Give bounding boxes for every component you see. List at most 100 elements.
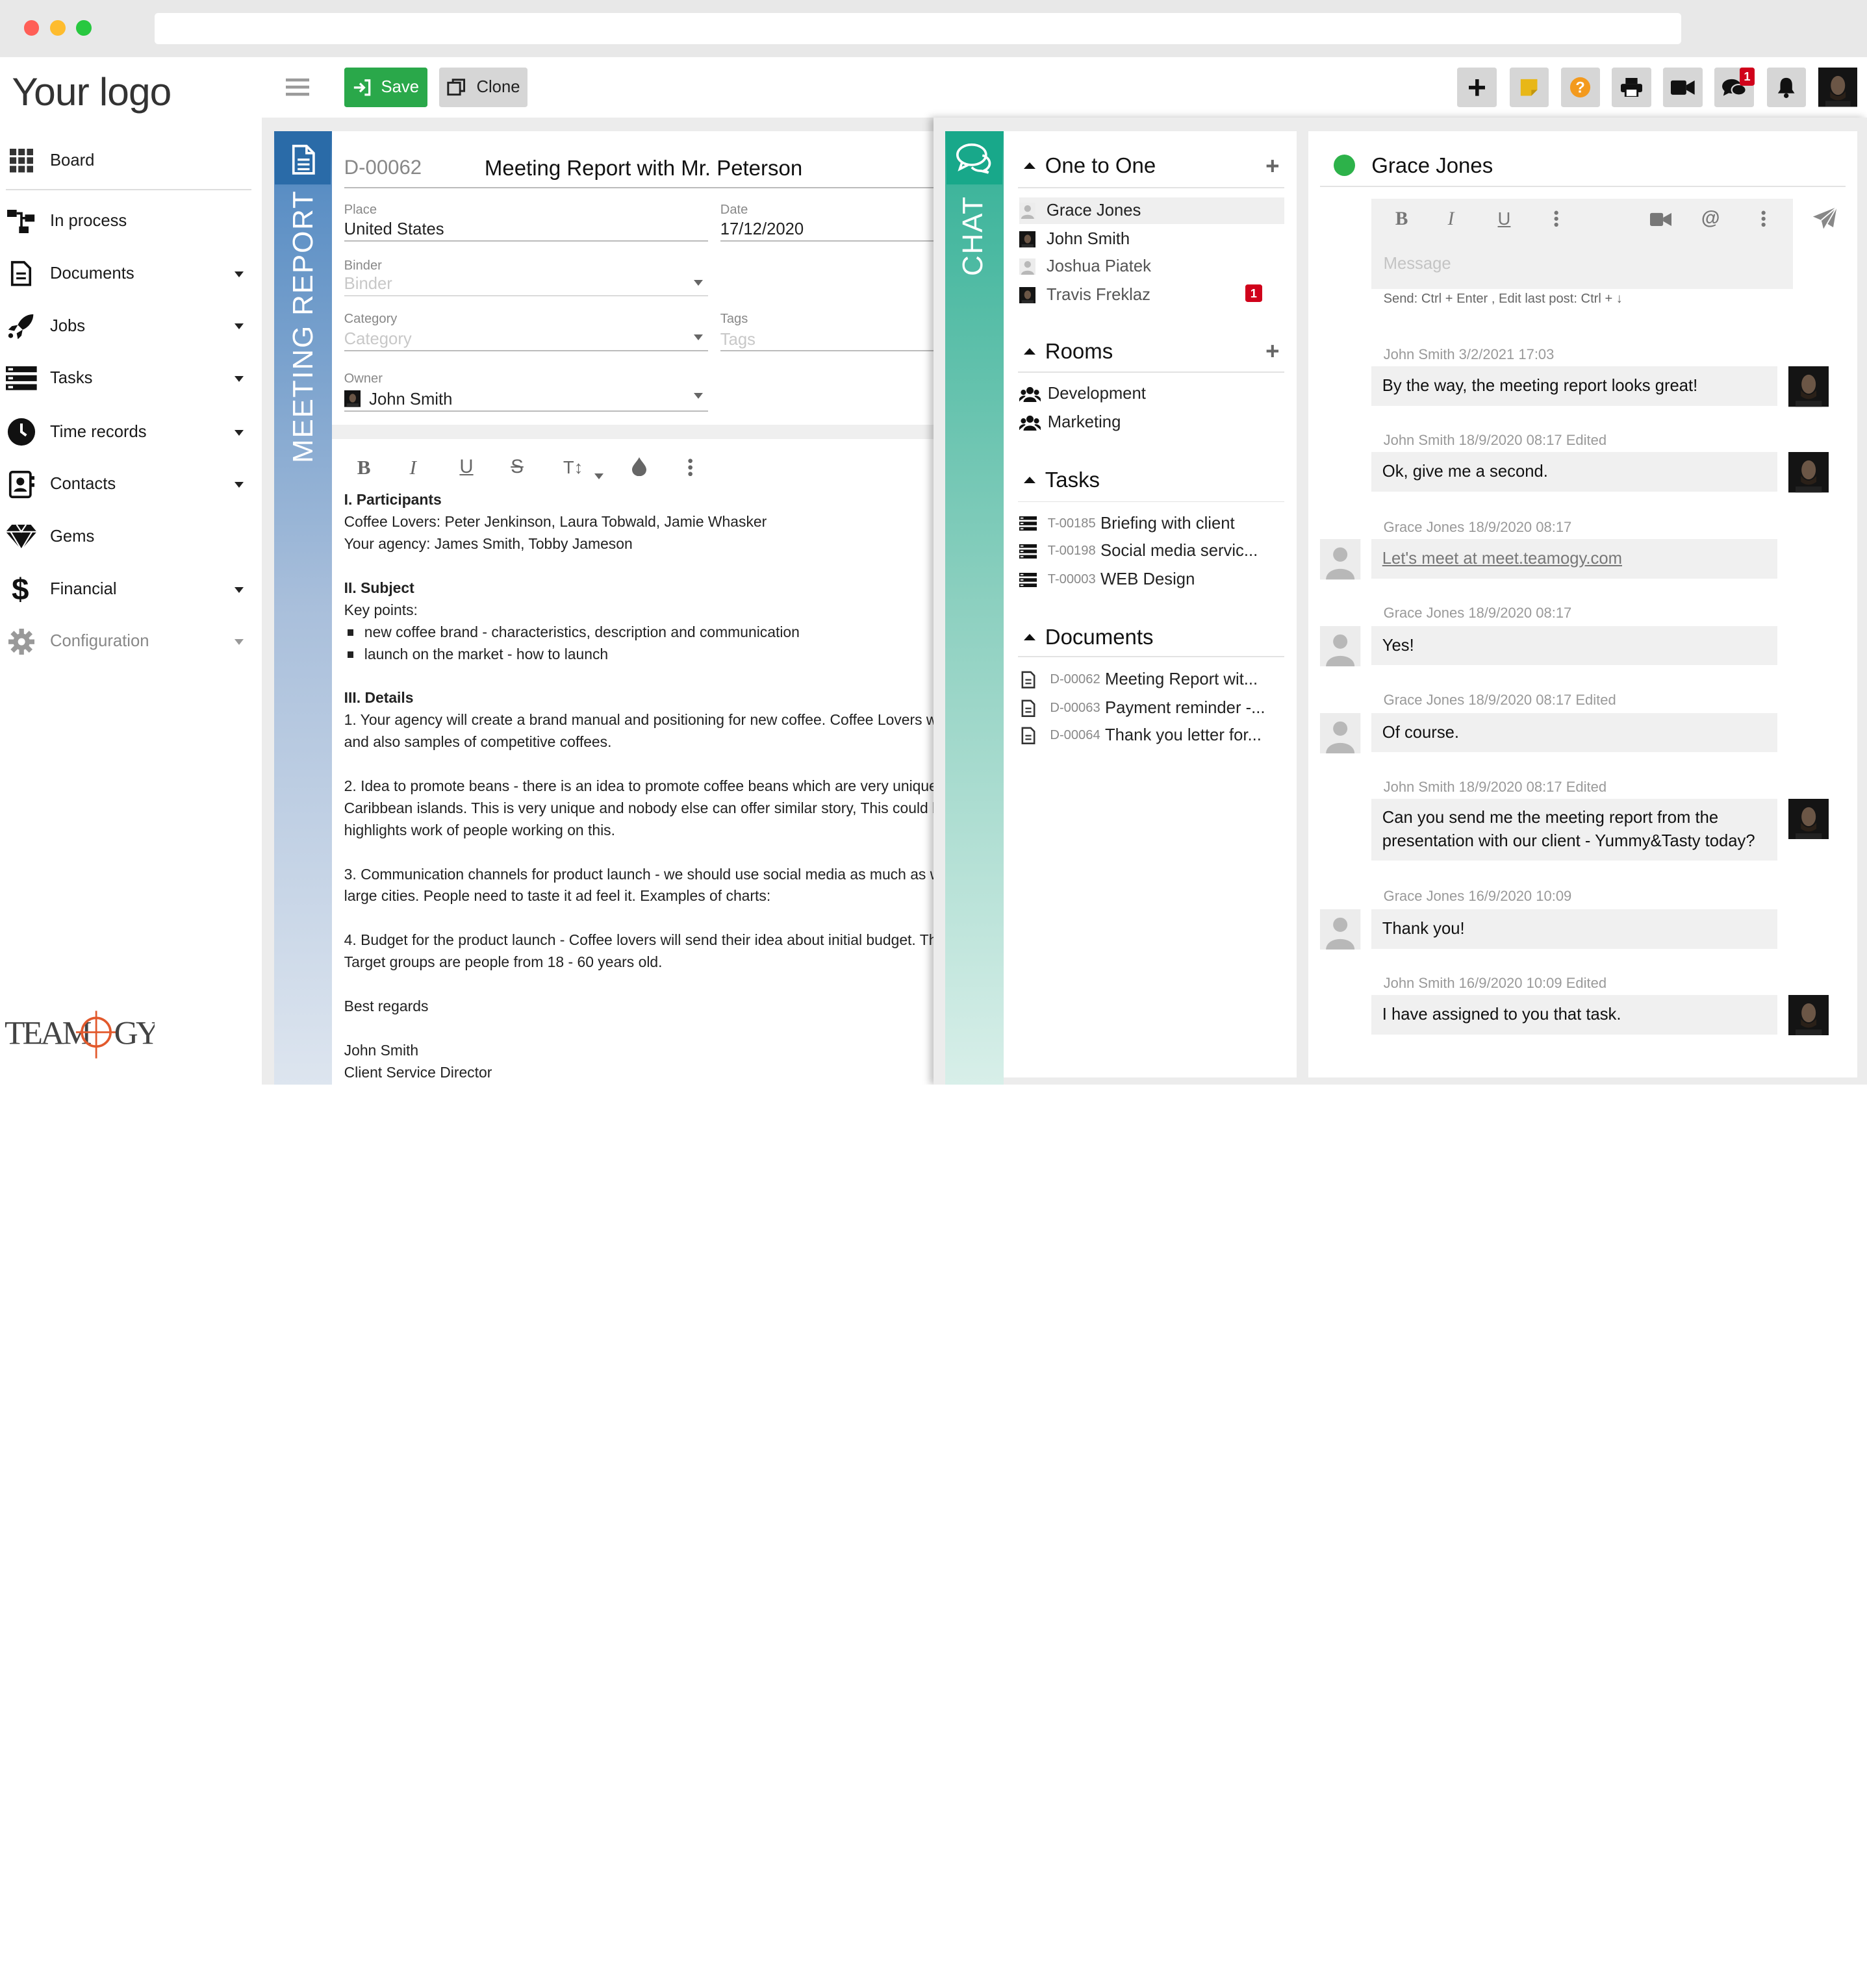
collapse-icon[interactable] [1024, 347, 1036, 355]
help-button[interactable]: ? [1560, 68, 1601, 107]
contact-item[interactable]: Grace Jones [1019, 197, 1285, 224]
report-editor-body[interactable]: I. Participants Coffee Lovers: Peter Jenk… [344, 489, 936, 1084]
video-call-button[interactable] [1663, 68, 1703, 107]
binder-select[interactable]: Binder [344, 275, 392, 294]
menu-icon[interactable] [285, 77, 310, 96]
category-select[interactable]: Category [344, 330, 412, 349]
save-button[interactable]: Save [344, 68, 427, 107]
sidebar-item-configuration[interactable]: Configuration [6, 625, 251, 658]
owner-avatar [344, 390, 361, 407]
one-to-one-section[interactable]: One to One [1024, 153, 1156, 178]
sidebar-item-jobs[interactable]: Jobs [6, 310, 251, 343]
report-line: I. Participants [344, 489, 936, 511]
composer-mention-button[interactable]: @ [1701, 207, 1720, 229]
section-divider [1017, 501, 1285, 503]
sidebar-item-contacts[interactable]: Contacts [6, 468, 251, 501]
address-bar[interactable] [155, 13, 1681, 44]
task-item[interactable]: T-00198 Social media servic... [1019, 538, 1285, 564]
message-bubble[interactable]: Thank you! [1371, 909, 1778, 949]
clone-label: Clone [476, 78, 520, 97]
sidebar-item-financial[interactable]: $ Financial [6, 573, 251, 606]
task-item[interactable]: T-00003 WEB Design [1019, 566, 1285, 592]
document-item[interactable]: D-00063 Payment reminder -... [1019, 695, 1285, 721]
date-input[interactable]: 17/12/2020 [720, 220, 804, 239]
sidebar-item-in-process[interactable]: In process [6, 205, 251, 238]
composer-underline-button[interactable]: U [1498, 208, 1511, 229]
tags-input[interactable]: Tags [720, 331, 756, 349]
message-bubble[interactable]: Ok, give me a second. [1371, 452, 1778, 492]
chevron-down-icon[interactable] [235, 429, 244, 436]
place-input[interactable]: United States [344, 220, 444, 239]
message-bubble[interactable]: Let's meet at meet.teamogy.com [1371, 539, 1778, 579]
report-title-input[interactable]: Meeting Report with Mr. Peterson [485, 156, 937, 181]
composer-italic-button[interactable]: I [1448, 208, 1454, 230]
message-input[interactable]: Message [1384, 255, 1451, 273]
sidebar-item-gems[interactable]: Gems [6, 520, 251, 553]
rocket-icon [6, 310, 37, 342]
bold-button[interactable]: B [357, 456, 371, 479]
document-icon [292, 144, 315, 175]
font-size-button[interactable]: T↕ [563, 457, 583, 478]
documents-section[interactable]: Documents [1024, 625, 1154, 649]
binder-dropdown-icon[interactable] [694, 279, 704, 286]
message-bubble[interactable]: Of course. [1371, 712, 1778, 753]
collapse-icon[interactable] [1024, 476, 1036, 484]
print-button[interactable] [1612, 68, 1651, 107]
tasks-section[interactable]: Tasks [1024, 468, 1100, 492]
message-bubble[interactable]: Can you send me the meeting report from … [1371, 798, 1778, 861]
document-item[interactable]: D-00062 Meeting Report wit... [1019, 666, 1285, 692]
add-room-button[interactable]: + [1265, 338, 1279, 365]
composer-bold-button[interactable]: B [1395, 208, 1408, 230]
message-bubble[interactable]: I have assigned to you that task. [1371, 995, 1778, 1035]
contact-item[interactable]: John Smith [1019, 226, 1285, 252]
category-dropdown-icon[interactable] [694, 334, 704, 340]
task-item[interactable]: T-00185 Briefing with client [1019, 510, 1285, 536]
maximize-window-icon[interactable] [76, 20, 92, 36]
font-size-dropdown-icon[interactable] [594, 473, 603, 480]
sidebar-item-tasks[interactable]: Tasks [6, 362, 251, 395]
binder-underline [344, 295, 709, 297]
clone-button[interactable]: Clone [439, 68, 527, 107]
chevron-down-icon[interactable] [235, 376, 244, 382]
collapse-icon[interactable] [1024, 162, 1036, 170]
report-line-text: new coffee brand - characteristics, desc… [364, 623, 800, 640]
room-item[interactable]: Development [1019, 381, 1285, 407]
message-bubble[interactable]: Yes! [1371, 626, 1778, 666]
underline-button[interactable]: U [459, 456, 473, 478]
message-bubble[interactable]: By the way, the meeting report looks gre… [1371, 366, 1778, 406]
add-button[interactable] [1457, 68, 1497, 107]
minimize-window-icon[interactable] [49, 20, 66, 36]
room-item[interactable]: Marketing [1019, 409, 1285, 435]
sidebar-item-board[interactable]: Board [6, 144, 251, 177]
italic-button[interactable]: I [409, 456, 416, 479]
owner-underline [344, 410, 709, 412]
contact-item[interactable]: Travis Freklaz 1 [1019, 282, 1285, 308]
sidebar-item-time-records[interactable]: Time records [6, 416, 251, 449]
send-button[interactable] [1812, 206, 1838, 232]
editor-more-button[interactable] [688, 458, 693, 476]
sidebar-item-label: Board [49, 151, 95, 170]
rooms-section[interactable]: Rooms [1024, 339, 1113, 364]
chevron-down-icon[interactable] [235, 586, 244, 593]
chevron-down-icon[interactable] [235, 482, 244, 488]
notifications-button[interactable] [1766, 68, 1807, 107]
composer-more-button[interactable] [1554, 210, 1558, 227]
composer-video-button[interactable] [1650, 212, 1672, 227]
message-link[interactable]: Let's meet at meet.teamogy.com [1382, 547, 1622, 571]
document-item[interactable]: D-00064 Thank you letter for... [1019, 722, 1285, 748]
owner-select[interactable]: John Smith [369, 390, 452, 409]
chevron-down-icon[interactable] [235, 323, 244, 330]
sticky-note-button[interactable] [1509, 68, 1549, 107]
strikethrough-button[interactable]: S [511, 456, 524, 478]
text-color-button[interactable] [632, 457, 647, 476]
contact-item[interactable]: Joshua Piatek [1019, 253, 1285, 279]
collapse-icon[interactable] [1024, 633, 1036, 641]
sidebar-item-documents[interactable]: Documents [6, 257, 251, 290]
chevron-down-icon[interactable] [235, 639, 244, 645]
owner-dropdown-icon[interactable] [694, 392, 704, 399]
user-avatar-button[interactable] [1818, 68, 1857, 107]
composer-options-button[interactable] [1761, 210, 1766, 227]
add-conversation-button[interactable]: + [1265, 153, 1279, 180]
chevron-down-icon[interactable] [235, 271, 244, 277]
close-window-icon[interactable] [23, 20, 40, 36]
